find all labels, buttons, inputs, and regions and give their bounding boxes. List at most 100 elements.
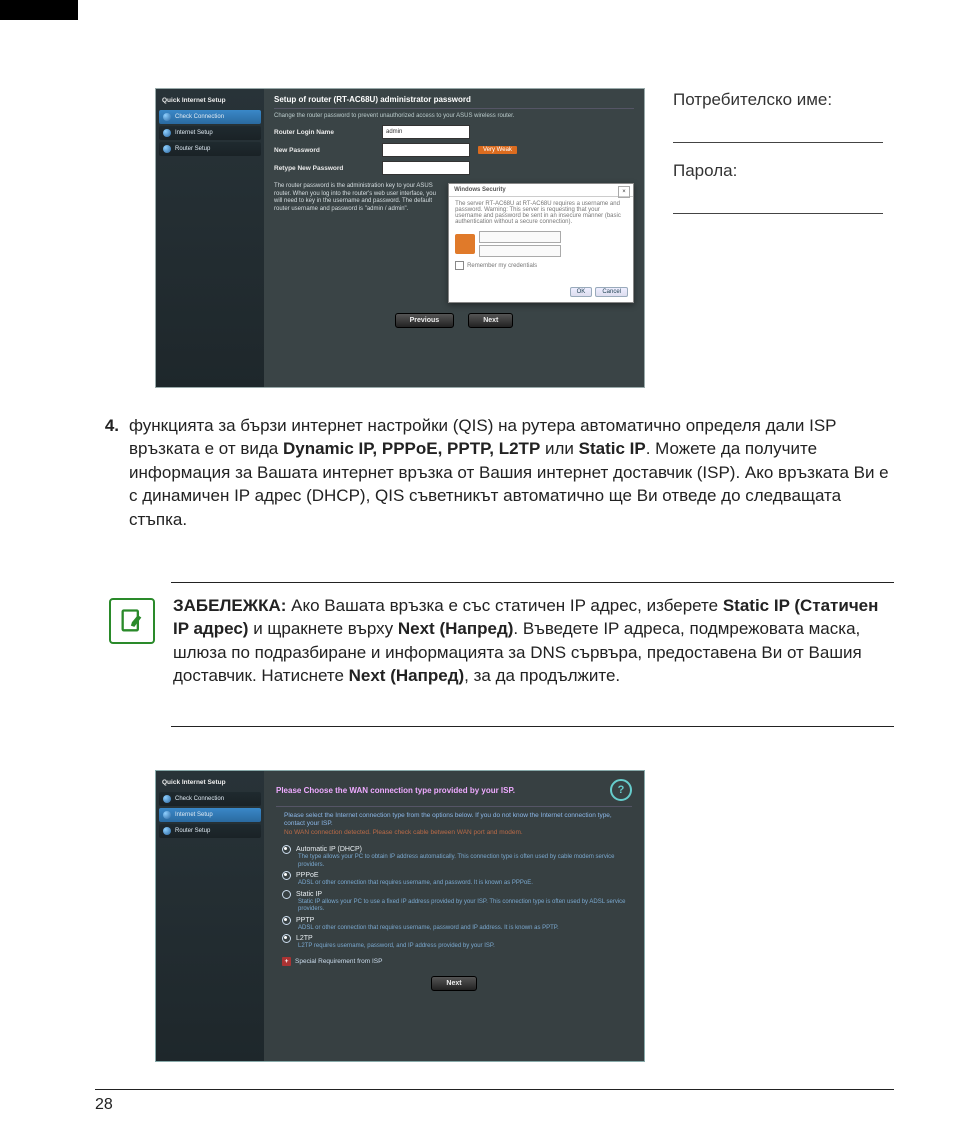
step-dot-icon [163, 795, 171, 803]
wan-option-pptp[interactable]: PPTP ADSL or other connection that requi… [282, 916, 632, 933]
screenshot-admin-password-row: Quick Internet Setup Check Connection In… [155, 88, 894, 388]
step-dot-icon [163, 129, 171, 137]
nav-button-row: Previous Next [274, 313, 634, 328]
note-part: , за да продължите. [464, 666, 620, 685]
qis-sidebar: Quick Internet Setup Check Connection In… [156, 89, 264, 387]
wan-intro-line: Please select the Internet connection ty… [284, 812, 628, 829]
qis-main-panel: Setup of router (RT-AC68U) administrator… [264, 89, 644, 387]
note-row: ЗАБЕЛЕЖКА: Ако Вашата връзка е със стати… [95, 594, 894, 688]
new-password-input[interactable] [382, 143, 470, 157]
checkbox-icon [455, 261, 464, 270]
remember-credentials-checkbox[interactable]: Remember my credentials [455, 261, 627, 270]
close-icon[interactable]: × [618, 186, 630, 198]
wan-panel-title: Please Choose the WAN connection type pr… [276, 786, 515, 795]
qis-step-label: Internet Setup [175, 130, 213, 136]
panel-subtext: Change the router password to prevent un… [274, 113, 634, 119]
panel-heading: Setup of router (RT-AC68U) administrator… [274, 95, 634, 104]
popup-body: The server RT-AC68U at RT-AC68U requires… [449, 197, 633, 274]
step-text-part: или [540, 439, 578, 458]
popup-cancel-button[interactable]: Cancel [595, 287, 628, 297]
note-part: Ако Вашата връзка е със статичен IP адре… [286, 596, 722, 615]
wan-option-desc: ADSL or other connection that requires u… [298, 880, 632, 888]
radio-icon [282, 916, 291, 925]
wan-main-panel: Please Choose the WAN connection type pr… [264, 771, 644, 1061]
note-label: ЗАБЕЛЕЖКА: [173, 596, 286, 615]
note-part: и щракнете върху [248, 619, 397, 638]
radio-icon [282, 934, 291, 943]
qis-step-internet-setup[interactable]: Internet Setup [159, 126, 261, 140]
wan-option-name: L2TP [296, 935, 313, 942]
username-label: Потребителско име: [673, 88, 883, 112]
qis-step-label: Router Setup [175, 828, 210, 834]
qis-step-check-connection[interactable]: Check Connection [159, 792, 261, 806]
divider [276, 806, 632, 807]
step-dot-icon [163, 113, 171, 121]
previous-button[interactable]: Previous [395, 313, 455, 328]
field-label: Router Login Name [274, 129, 374, 136]
special-requirement-toggle[interactable]: + Special Requirement from ISP [282, 957, 632, 966]
qis-sidebar-title: Quick Internet Setup [162, 97, 258, 104]
static-ip-bold: Static IP [579, 439, 646, 458]
qis-step-label: Internet Setup [175, 812, 213, 818]
wan-option-desc: L2TP requires username, password, and IP… [298, 943, 632, 951]
next-button[interactable]: Next [468, 313, 513, 328]
qis-step-label: Check Connection [175, 114, 224, 120]
wan-option-pppoe[interactable]: PPPoE ADSL or other connection that requ… [282, 871, 632, 888]
popup-username-input[interactable] [479, 231, 561, 243]
qis-step-router-setup[interactable]: Router Setup [159, 824, 261, 838]
user-icon [455, 234, 475, 254]
password-label: Парола: [673, 159, 883, 183]
divider [274, 108, 634, 109]
login-name-value: admin [386, 129, 402, 135]
wan-intro: Please select the Internet connection ty… [284, 812, 628, 837]
wan-option-static-ip[interactable]: Static IP Static IP allows your PC to us… [282, 890, 632, 914]
radio-icon [282, 890, 291, 899]
help-icon[interactable]: ? [610, 779, 632, 801]
popup-password-input[interactable] [479, 245, 561, 257]
qis-step-router-setup[interactable]: Router Setup [159, 142, 261, 156]
qis-step-internet-setup[interactable]: Internet Setup [159, 808, 261, 822]
page-left-black-strip [0, 0, 78, 20]
dynamic-ip-bold: Dynamic IP, PPPoE, PPTP, L2TP [283, 439, 540, 458]
retype-password-input[interactable] [382, 161, 470, 175]
qis-step-check-connection[interactable]: Check Connection [159, 110, 261, 124]
remember-label: Remember my credentials [467, 263, 537, 269]
field-retype-password: Retype New Password [274, 161, 634, 175]
step-number: 4. [95, 414, 119, 531]
page-footer-rule [95, 1089, 894, 1090]
step-4: 4. функцията за бързи интернет настройки… [95, 414, 894, 531]
field-router-login-name: Router Login Name admin [274, 125, 634, 139]
wan-option-desc: ADSL or other connection that requires u… [298, 925, 632, 933]
field-label: Retype New Password [274, 165, 374, 172]
wan-option-desc: The type allows your PC to obtain IP add… [298, 854, 632, 869]
note-rule-top [171, 582, 894, 583]
username-write-line [673, 116, 883, 143]
wan-option-dhcp[interactable]: Automatic IP (DHCP) The type allows your… [282, 845, 632, 869]
step-dot-icon [163, 145, 171, 153]
field-label: New Password [274, 147, 374, 154]
login-name-input[interactable]: admin [382, 125, 470, 139]
note-rule-bottom [171, 726, 894, 727]
wan-title-bar: Please Choose the WAN connection type pr… [276, 779, 632, 801]
step-text: функцията за бързи интернет настройки (Q… [129, 414, 894, 531]
info-text: The router password is the administratio… [274, 183, 442, 303]
special-requirement-label: Special Requirement from ISP [295, 958, 382, 965]
note-text: ЗАБЕЛЕЖКА: Ако Вашата връзка е със стати… [173, 594, 894, 688]
plus-icon: + [282, 957, 291, 966]
wan-option-l2tp[interactable]: L2TP L2TP requires username, password, a… [282, 934, 632, 951]
note-icon [109, 598, 155, 644]
qis-sidebar-title: Quick Internet Setup [162, 779, 258, 786]
qis-sidebar: Quick Internet Setup Check Connection In… [156, 771, 264, 1061]
wan-option-name: Automatic IP (DHCP) [296, 846, 362, 853]
wan-option-desc: Static IP allows your PC to use a fixed … [298, 899, 632, 914]
credentials-block: Потребителско име: Парола: [673, 88, 883, 230]
radio-icon [282, 845, 291, 854]
qis-step-label: Router Setup [175, 146, 210, 152]
qis-step-label: Check Connection [175, 796, 224, 802]
popup-title: Windows Security [449, 184, 633, 197]
next-button[interactable]: Next [431, 976, 476, 991]
popup-ok-button[interactable]: OK [570, 287, 593, 297]
wan-option-name: PPPoE [296, 872, 319, 879]
note-bold: Next (Напред) [349, 666, 465, 685]
radio-icon [282, 871, 291, 880]
